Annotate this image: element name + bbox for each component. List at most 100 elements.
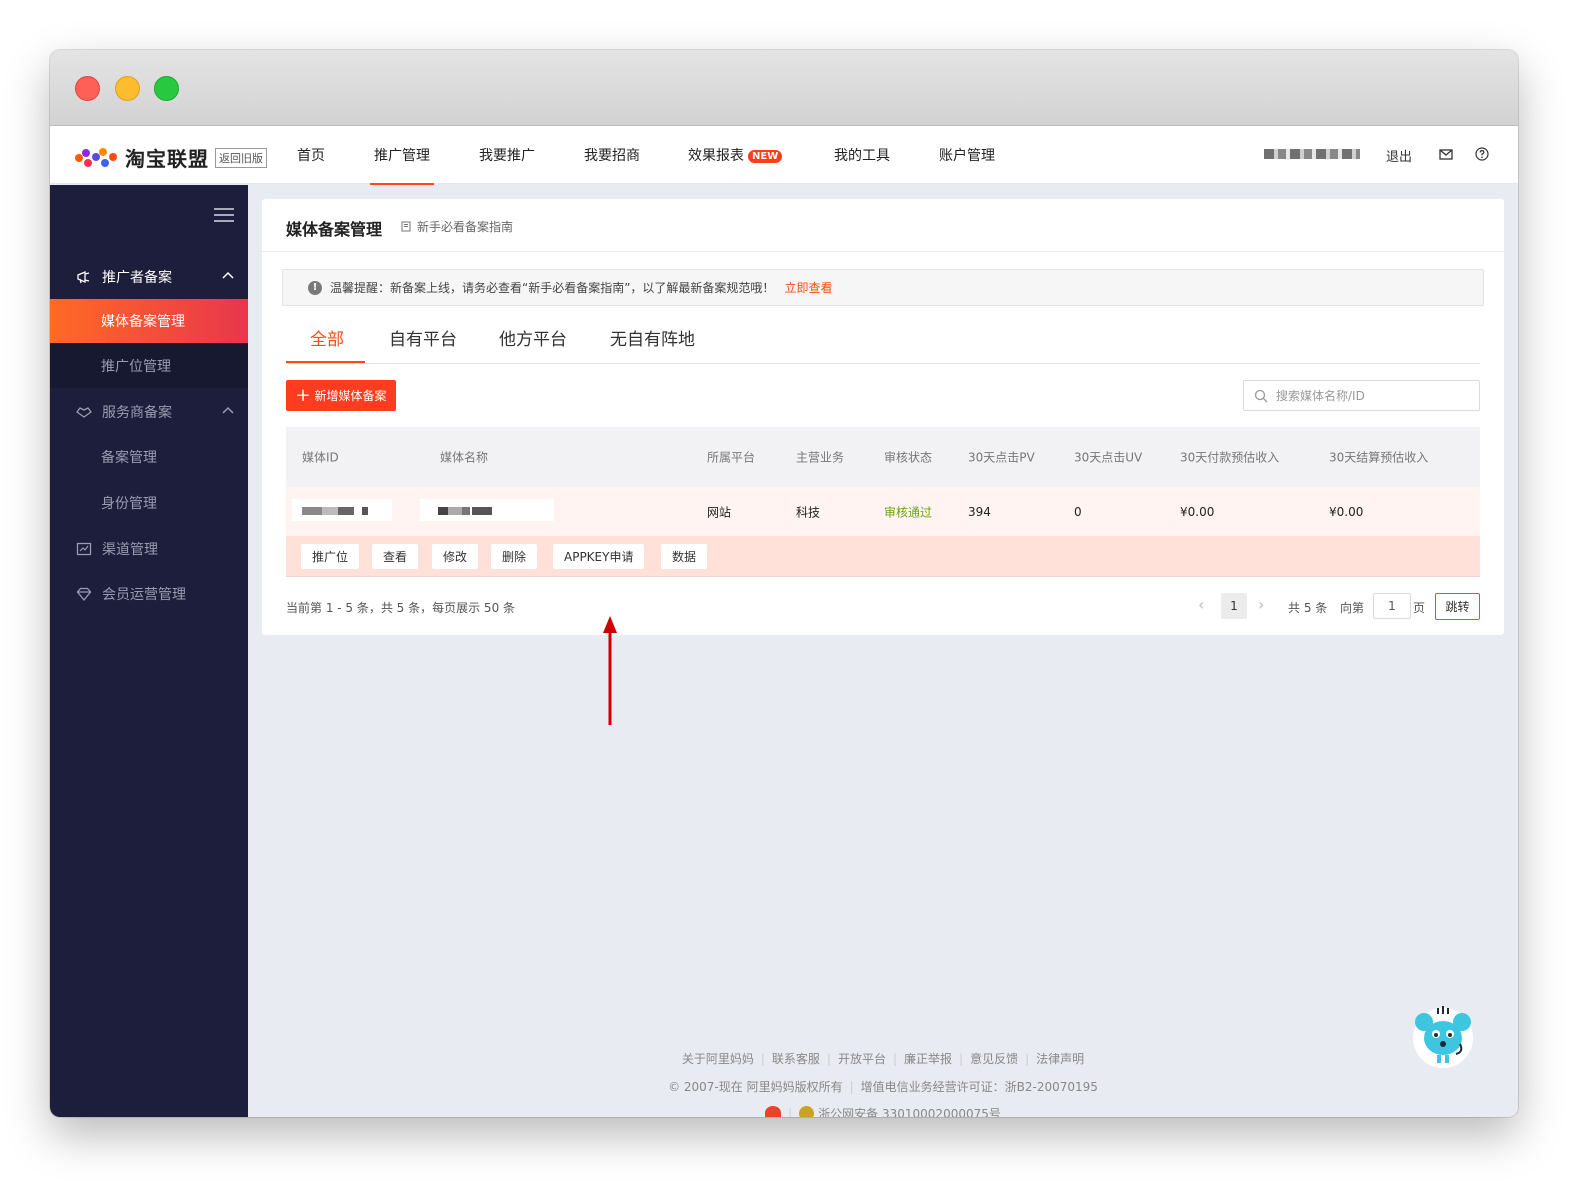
add-media-filing-button[interactable]: + 新增媒体备案	[286, 380, 396, 411]
active-tab-indicator	[286, 361, 365, 363]
nav-merchant-recruit[interactable]: 我要招商	[584, 145, 640, 165]
footer-links: 关于阿里妈妈 | 联系客服 | 开放平台 | 廉正举报 | 意见反馈 | 法律声明	[681, 1052, 1085, 1066]
cell-business: 科技	[796, 505, 821, 519]
footer-link-open-platform[interactable]: 开放平台	[838, 1052, 886, 1066]
nav-reports-label: 效果报表	[688, 148, 744, 164]
notice-view-link[interactable]: 立即查看	[784, 279, 832, 296]
view-button[interactable]: 查看	[372, 544, 419, 569]
footer-police: | 浙公网安备 33010002000075号	[248, 1105, 1518, 1117]
media-id-redacted	[292, 499, 392, 521]
media-table: 媒体ID 媒体名称 所属平台 主营业务 审核状态 30天点击PV 30天点击UV…	[286, 427, 1480, 577]
tab-all[interactable]: 全部	[310, 325, 344, 350]
channel-icon	[76, 542, 92, 556]
sidebar-item-adzone[interactable]: 推广位管理	[50, 344, 248, 388]
icp-badge-icon	[765, 1106, 782, 1117]
next-page-icon[interactable]: ›	[1258, 595, 1264, 614]
license-text: 增值电信业务经营许可证：浙B2-20070195	[860, 1080, 1098, 1094]
footer-link-about[interactable]: 关于阿里妈妈	[682, 1052, 754, 1066]
chevron-up-icon	[222, 406, 234, 414]
sidebar-group-promoter[interactable]: 推广者备案	[50, 255, 248, 299]
footer-link-contact[interactable]: 联系客服	[772, 1052, 820, 1066]
adzone-button[interactable]: 推广位	[301, 544, 360, 569]
cell-uv: 0	[1074, 504, 1082, 519]
guide-link[interactable]: 新手必看备案指南	[401, 218, 513, 235]
chevron-up-icon	[222, 271, 234, 279]
col-media-id: 媒体ID	[302, 450, 339, 465]
media-filing-card: 媒体备案管理 新手必看备案指南 ! 温馨提醒：新备案上线，请务必查看“新手必看备…	[262, 199, 1504, 635]
main-content: 媒体备案管理 新手必看备案指南 ! 温馨提醒：新备案上线，请务必查看“新手必看备…	[248, 185, 1518, 1117]
sidebar-group-label: 会员运营管理	[102, 587, 186, 603]
table-row[interactable]: 网站 科技 审核通过 394 0 ¥0.00 ¥0.00	[286, 487, 1480, 536]
search-box[interactable]	[1243, 380, 1480, 411]
nav-home[interactable]: 首页	[297, 145, 325, 165]
edit-button[interactable]: 修改	[432, 544, 479, 569]
search-icon	[1254, 389, 1268, 402]
tab-no-own-channel[interactable]: 无自有阵地	[610, 325, 695, 350]
megaphone-icon	[77, 271, 90, 284]
sidebar-group-label: 推广者备案	[102, 270, 172, 286]
brand-name: 淘宝联盟	[125, 147, 209, 171]
goto-page-input[interactable]	[1373, 593, 1411, 619]
sidebar-group-label: 服务商备案	[102, 405, 172, 421]
plus-icon: +	[295, 384, 311, 406]
nav-promotion-management[interactable]: 推广管理	[370, 145, 434, 186]
filter-tabs: 全部 自有平台 他方平台 无自有阵地	[286, 314, 1480, 364]
help-icon[interactable]	[1475, 147, 1489, 161]
col-business: 主营业务	[796, 450, 845, 465]
nav-promote[interactable]: 我要推广	[479, 145, 535, 165]
nav-my-tools[interactable]: 我的工具	[834, 145, 890, 165]
police-badge-icon	[799, 1106, 815, 1117]
warning-icon: !	[308, 280, 322, 295]
footer-link-legal[interactable]: 法律声明	[1036, 1052, 1084, 1066]
new-badge: NEW	[748, 150, 783, 163]
cell-pay-income: ¥0.00	[1180, 504, 1215, 519]
col-platform: 所属平台	[707, 450, 756, 465]
maximize-window-button[interactable]	[154, 76, 179, 101]
cell-settle-income: ¥0.00	[1329, 504, 1364, 519]
sidebar-item-media-filing[interactable]: 媒体备案管理	[50, 299, 248, 343]
divider	[262, 251, 1504, 252]
cell-platform: 网站	[707, 505, 732, 519]
close-window-button[interactable]	[75, 76, 100, 101]
tab-third-party-platform[interactable]: 他方平台	[499, 325, 567, 350]
footer-link-report[interactable]: 廉正举报	[904, 1052, 952, 1066]
book-icon	[401, 221, 411, 232]
alimama-logo-icon	[75, 147, 119, 169]
cell-pv: 394	[968, 504, 991, 519]
diamond-icon	[76, 587, 92, 602]
nav-account[interactable]: 账户管理	[939, 145, 995, 165]
sidebar-item-identity-management[interactable]: 身份管理	[50, 481, 248, 525]
page-1-button[interactable]: 1	[1221, 593, 1247, 619]
col-settle-income: 30天结算预估收入	[1329, 450, 1429, 465]
appkey-apply-button[interactable]: APPKEY申请	[553, 544, 645, 569]
col-pay-income: 30天付款预估收入	[1180, 450, 1280, 465]
search-input[interactable]	[1276, 388, 1466, 403]
customer-service-mascot-icon[interactable]	[1408, 1000, 1478, 1070]
menu-toggle-icon[interactable]	[214, 208, 234, 222]
sidebar-group-channel[interactable]: 渠道管理	[50, 527, 248, 571]
jump-button[interactable]: 跳转	[1435, 593, 1480, 620]
notice-text: 温馨提醒：新备案上线，请务必查看“新手必看备案指南”，以了解最新备案规范哦！	[330, 281, 775, 295]
data-button[interactable]: 数据	[661, 544, 708, 569]
sidebar-group-member-ops[interactable]: 会员运营管理	[50, 572, 248, 616]
prev-page-icon[interactable]: ‹	[1198, 595, 1204, 614]
tab-own-platform[interactable]: 自有平台	[389, 325, 457, 350]
nav-reports[interactable]: 效果报表 NEW	[688, 145, 783, 165]
browser-window: 淘宝联盟 返回旧版 首页 推广管理 我要推广 我要招商 效果报表 NEW 我的工具…	[50, 50, 1518, 1117]
return-old-version-button[interactable]: 返回旧版	[215, 147, 267, 168]
mail-icon[interactable]	[1439, 147, 1453, 161]
media-name-redacted	[420, 499, 554, 521]
footer-link-feedback[interactable]: 意见反馈	[970, 1052, 1018, 1066]
guide-link-label: 新手必看备案指南	[417, 220, 514, 234]
col-status: 审核状态	[884, 450, 933, 465]
col-uv: 30天点击UV	[1074, 450, 1143, 465]
row-actions: 推广位 查看 修改 删除 APPKEY申请 数据	[286, 536, 1480, 577]
add-button-label: 新增媒体备案	[314, 389, 387, 403]
brand-logo[interactable]: 淘宝联盟 返回旧版	[75, 143, 267, 172]
delete-button[interactable]: 删除	[491, 544, 538, 569]
logout-link[interactable]: 退出	[1386, 146, 1412, 165]
sidebar-item-filing-management[interactable]: 备案管理	[50, 435, 248, 479]
sidebar-group-provider[interactable]: 服务商备案	[50, 390, 248, 434]
minimize-window-button[interactable]	[115, 76, 140, 101]
annotation-arrow-icon	[603, 616, 617, 725]
